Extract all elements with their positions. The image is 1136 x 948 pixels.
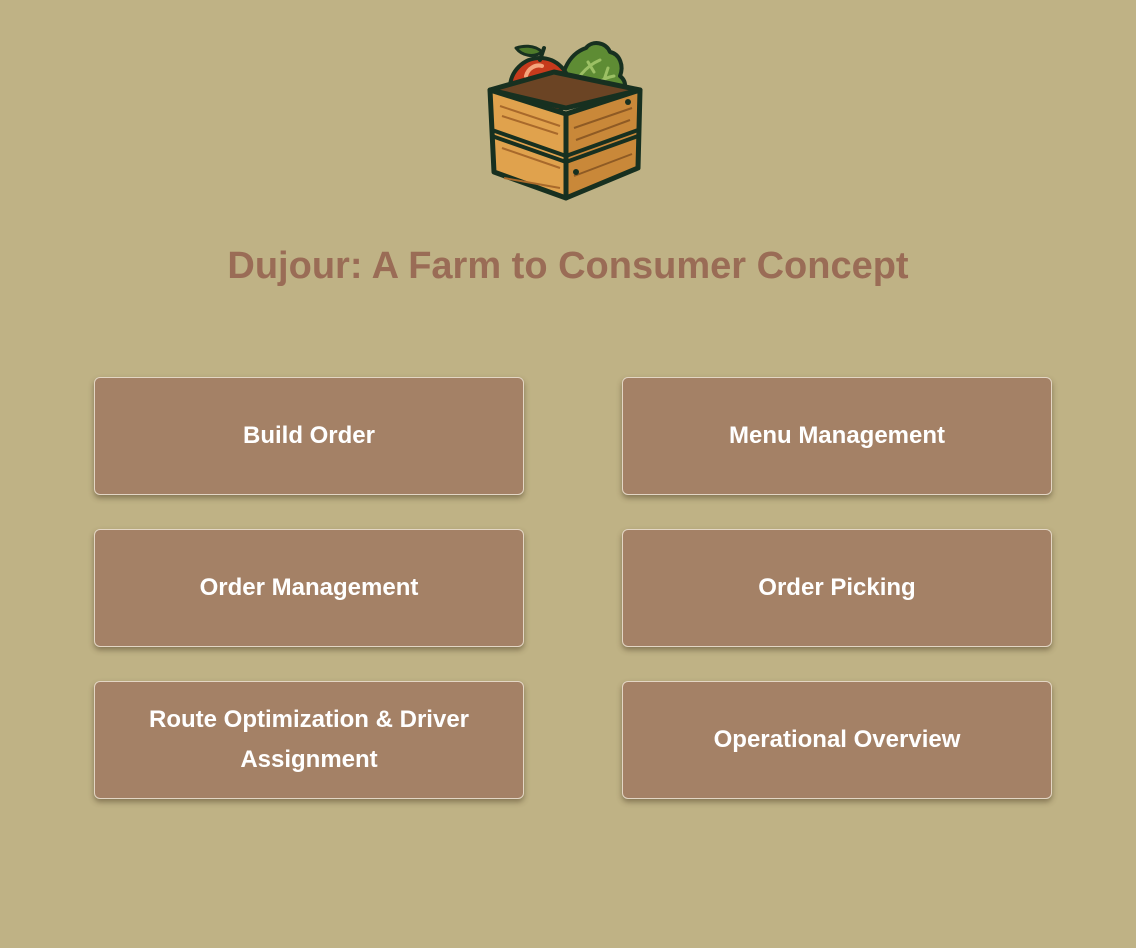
order-management-button[interactable]: Order Management bbox=[94, 529, 524, 647]
page-title: Dujour: A Farm to Consumer Concept bbox=[227, 245, 909, 287]
menu-management-button[interactable]: Menu Management bbox=[622, 377, 1052, 495]
route-optimization-button[interactable]: Route Optimization & Driver Assignment bbox=[94, 681, 524, 799]
operational-overview-button[interactable]: Operational Overview bbox=[622, 681, 1052, 799]
produce-crate-icon bbox=[487, 41, 643, 201]
build-order-button[interactable]: Build Order bbox=[94, 377, 524, 495]
order-picking-button[interactable]: Order Picking bbox=[622, 529, 1052, 647]
logo bbox=[482, 36, 648, 206]
